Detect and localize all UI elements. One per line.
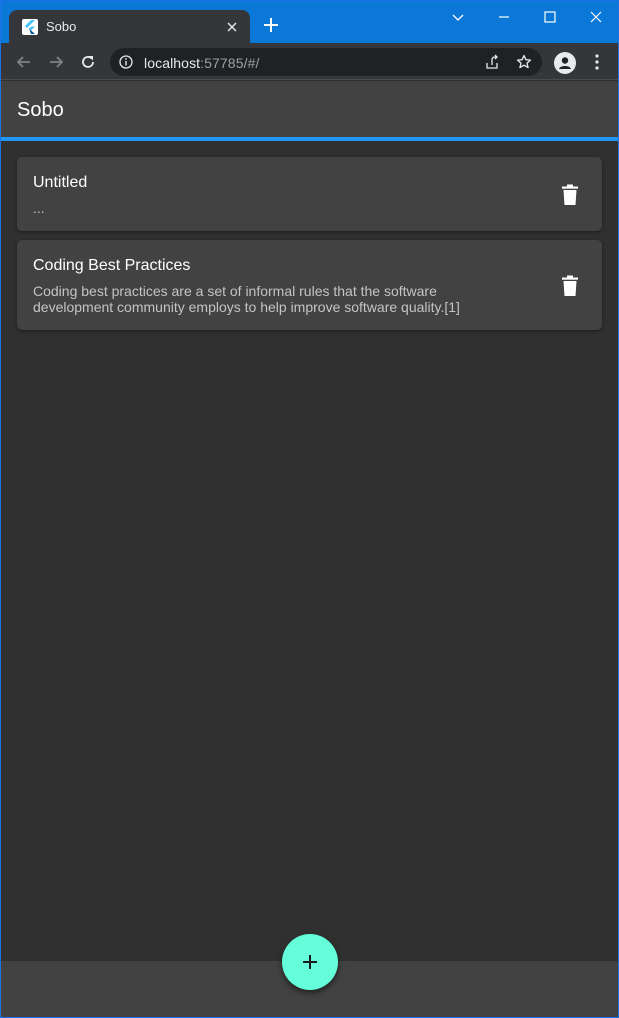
flutter-favicon-icon: [22, 19, 38, 35]
address-bar[interactable]: localhost:57785/#/: [110, 48, 542, 76]
browser-menu-icon[interactable]: [591, 52, 603, 72]
reload-icon[interactable]: [78, 52, 98, 72]
maximize-icon[interactable]: [540, 7, 560, 27]
minimize-icon[interactable]: [494, 7, 514, 27]
tab-title: Sobo: [46, 19, 77, 34]
add-icon: [303, 955, 317, 969]
new-tab-icon[interactable]: [261, 15, 281, 35]
tab-close-icon[interactable]: [222, 17, 242, 37]
note-body: Coding best practices are a set of infor…: [33, 283, 460, 315]
tab-strip: Sobo: [1, 1, 618, 43]
browser-window: Sobo localhost:57785/#/ Sobo Untitled ..…: [0, 0, 619, 1018]
add-note-button[interactable]: [282, 934, 338, 990]
delete-note-trash-icon[interactable]: [561, 184, 579, 206]
tab-search-chevron-icon[interactable]: [448, 7, 468, 27]
note-card[interactable]: Coding Best Practices Coding best practi…: [17, 240, 602, 330]
url-path: :57785/#/: [200, 55, 260, 71]
url-text[interactable]: localhost:57785/#/: [144, 55, 259, 71]
browser-tab[interactable]: Sobo: [9, 10, 250, 43]
site-info-icon[interactable]: [119, 55, 133, 74]
share-icon[interactable]: [484, 54, 500, 75]
app-bar: Sobo: [1, 81, 618, 137]
note-title: Untitled: [33, 174, 88, 191]
browser-toolbar: localhost:57785/#/: [1, 43, 618, 80]
delete-note-trash-icon[interactable]: [561, 275, 579, 297]
window-close-icon[interactable]: [586, 7, 606, 27]
note-card[interactable]: Untitled ...: [17, 157, 602, 231]
notes-list: Untitled ... Coding Best Practices Codin…: [1, 141, 618, 961]
bookmark-star-icon[interactable]: [516, 54, 532, 75]
note-body: ...: [33, 200, 45, 216]
url-host: localhost: [144, 55, 201, 71]
forward-arrow-icon[interactable]: [46, 52, 66, 72]
note-title: Coding Best Practices: [33, 257, 191, 274]
app-title: Sobo: [17, 99, 64, 121]
back-arrow-icon[interactable]: [14, 52, 34, 72]
profile-avatar-icon[interactable]: [554, 52, 576, 74]
